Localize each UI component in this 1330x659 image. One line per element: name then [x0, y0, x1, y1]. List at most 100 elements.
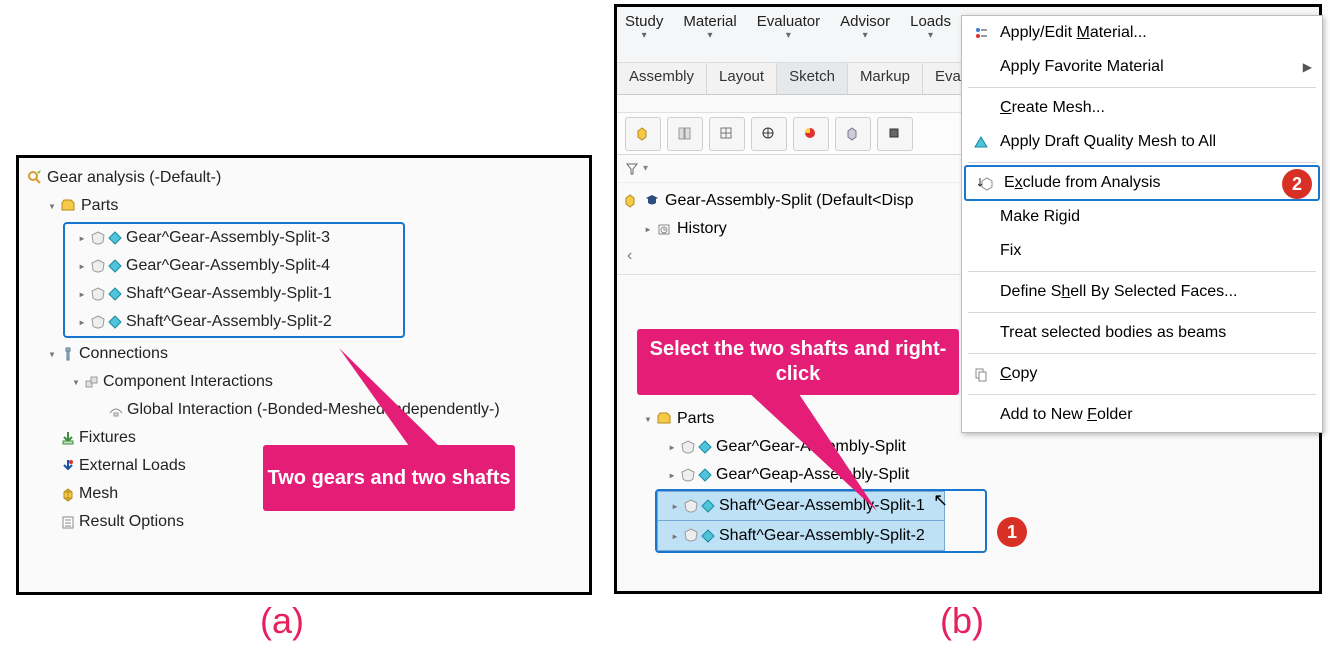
- tool-button[interactable]: [667, 117, 703, 151]
- twisty-icon[interactable]: ▸: [75, 315, 89, 329]
- submenu-icon: ▶: [1303, 60, 1312, 74]
- result-options-label: Result Options: [79, 513, 184, 531]
- connections-label: Connections: [79, 345, 168, 363]
- parts-icon: [61, 199, 77, 213]
- parts-label: Parts: [81, 197, 118, 215]
- part-label: Gear^Gear-Assembly-Split-4: [126, 257, 330, 275]
- tool-button[interactable]: [835, 117, 871, 151]
- menu-material[interactable]: Material▾: [681, 11, 738, 62]
- ctx-exclude-from-analysis[interactable]: Exclude from Analysis 2: [964, 165, 1320, 201]
- menu-study[interactable]: Study▾: [623, 11, 665, 62]
- ctx-apply-favorite-material[interactable]: Apply Favorite Material ▶: [962, 50, 1322, 84]
- result-options-node[interactable]: Result Options: [23, 508, 585, 536]
- twisty-icon[interactable]: ▸: [668, 529, 682, 543]
- global-interaction-node[interactable]: Global Interaction (-Bonded-Meshed indep…: [23, 396, 585, 424]
- badge-1-text: 1: [1007, 522, 1017, 543]
- dropdown-icon[interactable]: ▾: [708, 30, 713, 41]
- part-row[interactable]: ▸ Gear^Gear-Assembly-Split: [619, 433, 1317, 461]
- twisty-icon[interactable]: ▸: [75, 259, 89, 273]
- ctx-apply-edit-material[interactable]: Apply/Edit Material...: [962, 16, 1322, 50]
- dropdown-icon[interactable]: ▾: [786, 30, 791, 41]
- twisty-icon[interactable]: ▸: [75, 287, 89, 301]
- part-row[interactable]: ▸ Shaft^Gear-Assembly-Split-2: [65, 308, 403, 336]
- assembly-title: Gear-Assembly-Split (Default<Disp: [665, 192, 914, 210]
- twisty-icon[interactable]: ▾: [641, 412, 655, 426]
- fixtures-icon: [61, 431, 75, 446]
- connections-node[interactable]: ▾ Connections: [23, 340, 585, 368]
- twisty-icon[interactable]: ▾: [69, 375, 83, 389]
- part-row-selected[interactable]: ▸ Shaft^Gear-Assembly-Split-2: [657, 521, 945, 551]
- ctx-make-rigid[interactable]: Make Rigid: [962, 200, 1322, 234]
- twisty-icon[interactable]: ▸: [668, 499, 682, 513]
- body-icons: [684, 499, 715, 514]
- component-interactions-icon: [85, 375, 99, 389]
- callout-b: Select the two shafts and right-click: [637, 329, 959, 395]
- ctx-fix[interactable]: Fix: [962, 234, 1322, 268]
- ctx-copy[interactable]: Copy: [962, 357, 1322, 391]
- menu-separator: [968, 87, 1316, 88]
- part-row[interactable]: ▸ Gear^Gear-Assembly-Split-3: [65, 224, 403, 252]
- ctx-treat-as-beams[interactable]: Treat selected bodies as beams: [962, 316, 1322, 350]
- body-icons: [91, 315, 122, 330]
- menu-separator: [968, 271, 1316, 272]
- dropdown-icon[interactable]: ▾: [642, 30, 647, 41]
- menu-separator: [968, 394, 1316, 395]
- twisty-icon[interactable]: ▸: [665, 440, 679, 454]
- parts-node[interactable]: ▾ Parts: [23, 192, 585, 220]
- tool-button[interactable]: [625, 117, 661, 151]
- ctx-define-shell[interactable]: Define Shell By Selected Faces...: [962, 275, 1322, 309]
- twisty-icon[interactable]: ▾: [45, 347, 59, 361]
- callout-a-pointer: [339, 338, 459, 458]
- parts-label: Parts: [677, 410, 714, 428]
- tab-markup[interactable]: Markup: [848, 63, 923, 94]
- connections-icon: [61, 347, 75, 362]
- callout-b-text: Select the two shafts and right-click: [637, 337, 959, 387]
- part-label: Shaft^Gear-Assembly-Split-1: [126, 285, 332, 303]
- tool-button[interactable]: [751, 117, 787, 151]
- dropdown-icon[interactable]: ▾: [643, 163, 648, 174]
- tool-button[interactable]: [877, 117, 913, 151]
- tool-button[interactable]: [793, 117, 829, 151]
- tool-button[interactable]: [709, 117, 745, 151]
- part-row[interactable]: ▸ Gear^Geap-Assembly-Split: [619, 461, 1317, 489]
- part-row[interactable]: ▸ Gear^Gear-Assembly-Split-4: [65, 252, 403, 280]
- component-interactions-node[interactable]: ▾ Component Interactions: [23, 368, 585, 396]
- parts-highlight-box: ▸ Gear^Gear-Assembly-Split-3 ▸ Gear^Gear…: [63, 222, 405, 338]
- menu-evaluator[interactable]: Evaluator▾: [755, 11, 822, 62]
- study-icon: [27, 170, 43, 186]
- body-icons: [91, 231, 122, 246]
- twisty-icon[interactable]: ▸: [665, 468, 679, 482]
- twisty-icon[interactable]: ▸: [641, 222, 655, 236]
- step-badge-1: 1: [997, 517, 1027, 547]
- context-menu: Apply/Edit Material... Apply Favorite Ma…: [961, 15, 1323, 433]
- menu-advisor[interactable]: Advisor▾: [838, 11, 892, 62]
- mesh-label: Mesh: [79, 485, 118, 503]
- body-icons: [91, 259, 122, 274]
- twisty-icon[interactable]: ▸: [75, 231, 89, 245]
- tab-assembly[interactable]: Assembly: [617, 63, 707, 94]
- study-root[interactable]: Gear analysis (-Default-): [23, 164, 585, 192]
- draft-mesh-icon: [970, 135, 994, 149]
- history-icon: [657, 222, 673, 236]
- dropdown-icon[interactable]: ▾: [863, 30, 868, 41]
- ctx-apply-draft-mesh[interactable]: Apply Draft Quality Mesh to All: [962, 125, 1322, 159]
- parts-icon: [657, 412, 673, 426]
- menu-loads[interactable]: Loads▾: [908, 11, 953, 62]
- dropdown-icon[interactable]: ▾: [928, 30, 933, 41]
- assembly-icon: [623, 193, 639, 209]
- history-label: History: [677, 220, 727, 238]
- tab-sketch[interactable]: Sketch: [777, 63, 848, 94]
- panel-a: Gear analysis (-Default-) ▾ Parts ▸ Gear…: [16, 155, 592, 595]
- mesh-icon: [61, 487, 75, 502]
- part-row[interactable]: ▸ Shaft^Gear-Assembly-Split-1: [65, 280, 403, 308]
- ctx-create-mesh[interactable]: Create Mesh...: [962, 91, 1322, 125]
- fixtures-label: Fixtures: [79, 429, 136, 447]
- callout-a-text: Two gears and two shafts: [268, 466, 511, 491]
- ctx-add-to-new-folder[interactable]: Add to New Folder: [962, 398, 1322, 432]
- caption-a: (a): [260, 600, 304, 642]
- callout-b-pointer: [727, 391, 907, 521]
- tab-layout[interactable]: Layout: [707, 63, 777, 94]
- body-icons: [684, 528, 715, 543]
- part-label: Shaft^Gear-Assembly-Split-2: [126, 313, 332, 331]
- twisty-icon[interactable]: ▾: [45, 199, 59, 213]
